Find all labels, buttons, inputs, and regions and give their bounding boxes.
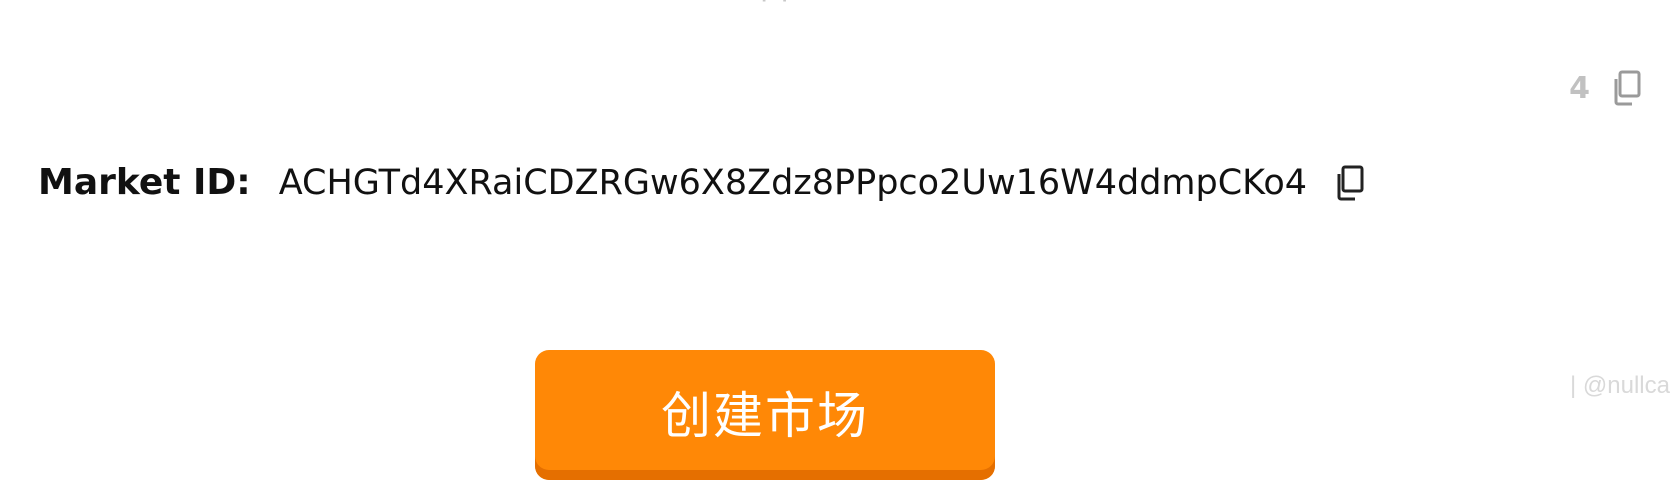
ghost-copy-row: 4 (1569, 70, 1642, 106)
ghost-digit: 4 (1569, 70, 1590, 106)
copy-icon[interactable] (1612, 70, 1642, 106)
top-cutoff-text: · · (760, 0, 791, 16)
copy-icon[interactable] (1335, 165, 1365, 201)
market-id-label: Market ID: (38, 162, 251, 203)
create-market-button[interactable]: 创建市场 (535, 350, 995, 480)
watermark-text: | @nullca (1570, 372, 1670, 399)
market-id-row: Market ID: ACHGTd4XRaiCDZRGw6X8Zdz8PPpco… (38, 162, 1365, 203)
market-id-value: ACHGTd4XRaiCDZRGw6X8Zdz8PPpco2Uw16W4ddmp… (278, 162, 1308, 203)
